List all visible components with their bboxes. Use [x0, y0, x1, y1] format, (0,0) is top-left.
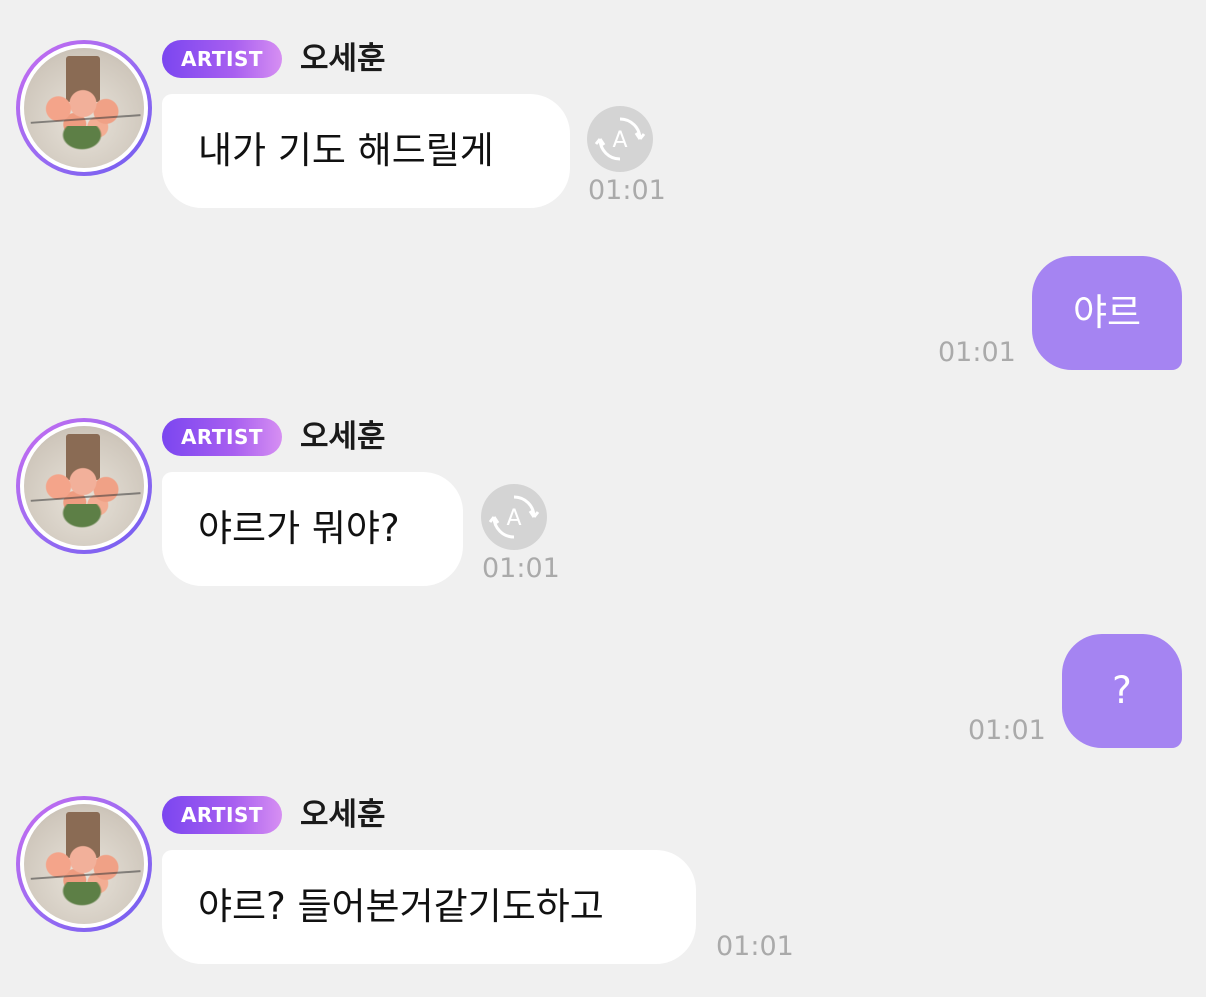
artist-badge: ARTIST [162, 418, 282, 456]
artist-badge: ARTIST [162, 796, 282, 834]
avatar-photo [24, 426, 144, 546]
message-text: ? [1112, 669, 1132, 712]
artist-badge: ARTIST [162, 40, 282, 78]
svg-text:A: A [506, 506, 521, 531]
message-text: 야르? 들어본거같기도하고 [198, 885, 604, 928]
outgoing-message-bubble[interactable]: 야르 [1032, 256, 1182, 370]
sender-name: 오세훈 [300, 797, 386, 833]
artist-avatar[interactable] [16, 418, 152, 554]
avatar-photo [24, 48, 144, 168]
incoming-message-bubble[interactable]: 야르? 들어본거같기도하고 [162, 850, 696, 964]
translate-icon: A [594, 117, 646, 161]
outgoing-message-bubble[interactable]: ? [1062, 634, 1182, 748]
sender-name: 오세훈 [300, 41, 386, 77]
incoming-message-bubble[interactable]: 내가 기도 해드릴게 [162, 94, 570, 208]
translate-button[interactable]: A [587, 106, 653, 172]
chat-screen: { "messages": [ {"direction": "incoming"… [0, 0, 1206, 997]
message-timestamp: 01:01 [968, 715, 1046, 746]
avatar-photo [24, 804, 144, 924]
message-timestamp: 01:01 [716, 931, 794, 962]
message-timestamp: 01:01 [938, 337, 1016, 368]
avatar-ring [20, 800, 148, 928]
message-text: 야르가 뭐야? [198, 507, 400, 550]
translate-button[interactable]: A [481, 484, 547, 550]
message-text: 내가 기도 해드릴게 [198, 129, 494, 172]
avatar-ring [20, 422, 148, 550]
incoming-message-bubble[interactable]: 야르가 뭐야? [162, 472, 463, 586]
artist-avatar[interactable] [16, 40, 152, 176]
svg-text:A: A [612, 128, 627, 153]
translate-icon: A [488, 495, 540, 539]
message-timestamp: 01:01 [482, 553, 560, 584]
avatar-ring [20, 44, 148, 172]
message-timestamp: 01:01 [588, 175, 666, 206]
message-text: 야르 [1072, 291, 1142, 334]
sender-name: 오세훈 [300, 419, 386, 455]
artist-avatar[interactable] [16, 796, 152, 932]
